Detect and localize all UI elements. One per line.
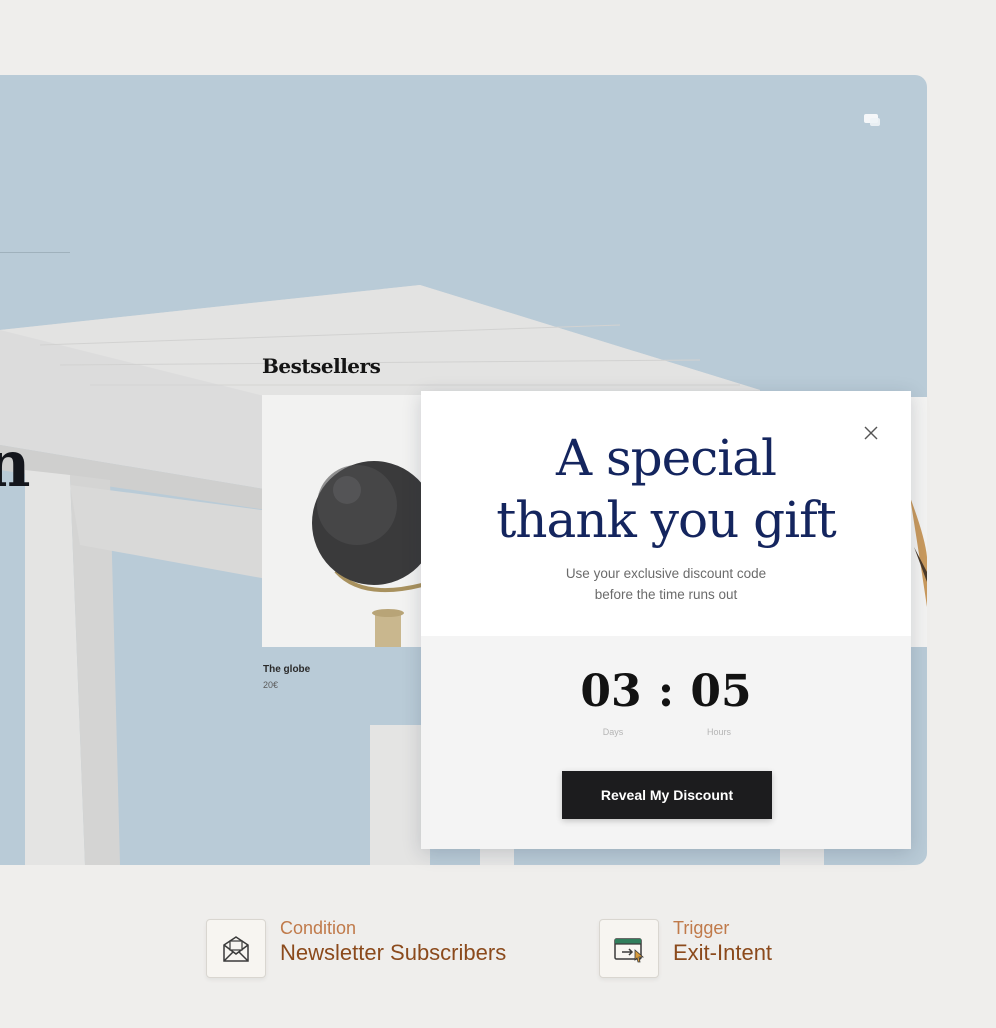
popup-title-line-1: A special bbox=[555, 429, 777, 487]
product-name[interactable]: The globe bbox=[263, 664, 310, 675]
globe-product-image bbox=[262, 395, 432, 647]
envelope-icon bbox=[223, 936, 249, 962]
countdown-hours: 05 bbox=[690, 666, 752, 717]
bestsellers-heading: Bestsellers bbox=[262, 354, 381, 378]
product-price: 20€ bbox=[263, 680, 279, 690]
discount-popup: A special thank you gift Use your exclus… bbox=[421, 391, 911, 849]
popup-subtitle-line-2: before the time runs out bbox=[594, 587, 738, 602]
popup-subtitle-line-1: Use your exclusive discount code bbox=[565, 566, 767, 581]
chat-icon[interactable] bbox=[864, 113, 880, 127]
countdown-separator: : bbox=[657, 666, 675, 717]
popup-title: A special thank you gift bbox=[421, 427, 911, 551]
trigger-tag: Trigger Exit-Intent bbox=[599, 918, 849, 978]
condition-icon-box bbox=[206, 919, 266, 978]
countdown-days-label: Days bbox=[602, 727, 624, 737]
browser-cursor-icon bbox=[614, 938, 645, 963]
trigger-icon-box bbox=[599, 919, 659, 978]
condition-label: Condition bbox=[280, 918, 357, 938]
condition-tag: Condition Newsletter Subscribers bbox=[206, 918, 566, 978]
trigger-value: Exit-Intent bbox=[673, 940, 773, 965]
countdown-days: 03 bbox=[580, 666, 642, 717]
reveal-discount-button[interactable]: Reveal My Discount bbox=[562, 771, 772, 819]
popup-subtitle: Use your exclusive discount code before … bbox=[521, 563, 811, 605]
condition-value: Newsletter Subscribers bbox=[280, 940, 507, 965]
trigger-label: Trigger bbox=[673, 918, 730, 938]
countdown-section: 03:05 Days Hours Reveal My Discount bbox=[421, 636, 911, 849]
countdown-timer: 03:05 bbox=[421, 664, 911, 720]
product-card[interactable] bbox=[262, 395, 432, 647]
popup-title-line-2: thank you gift bbox=[496, 491, 837, 549]
hero-heading-fragment: n bbox=[0, 427, 31, 502]
hero-divider-line bbox=[0, 252, 70, 253]
countdown-hours-label: Hours bbox=[706, 727, 731, 737]
